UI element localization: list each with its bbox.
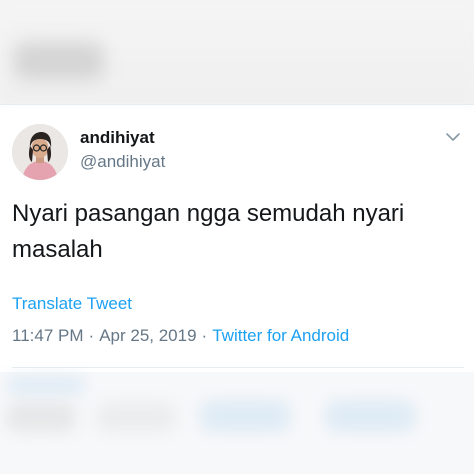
avatar[interactable] xyxy=(12,124,68,180)
blurred-action-bar xyxy=(0,372,474,474)
user-handle[interactable]: @andihiyat xyxy=(80,152,165,172)
blurred-header xyxy=(0,0,474,104)
tweet-date[interactable]: Apr 25, 2019 xyxy=(99,326,196,345)
tweet-screenshot: andihiyat @andihiyat Nyari pasangan ngga… xyxy=(0,0,474,474)
tweet-time[interactable]: 11:47 PM xyxy=(12,326,84,345)
tweet-client-link[interactable]: Twitter for Android xyxy=(212,326,349,345)
translate-tweet-link[interactable]: Translate Tweet xyxy=(12,294,132,314)
tweet-text: Nyari pasangan ngga semudah nyari masala… xyxy=(12,200,405,263)
meta-separator: · xyxy=(201,326,208,345)
meta-separator: · xyxy=(88,326,95,345)
tweet-meta: 11:47 PM · Apr 25, 2019 · Twitter for Androi… xyxy=(12,326,349,346)
divider xyxy=(12,367,464,368)
display-name[interactable]: andihiyat xyxy=(80,128,155,148)
chevron-down-icon[interactable] xyxy=(442,126,464,148)
divider xyxy=(0,104,474,105)
